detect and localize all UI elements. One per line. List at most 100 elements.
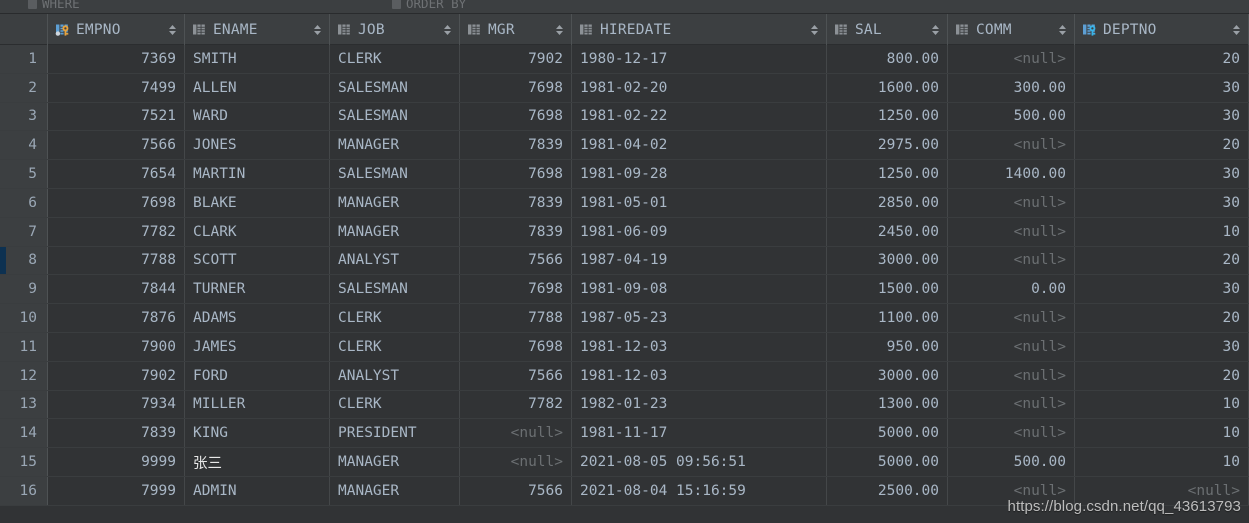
cell-ename[interactable]: TURNER xyxy=(185,275,330,304)
cell-comm[interactable]: <null> xyxy=(948,188,1075,217)
cell-ename[interactable]: SMITH xyxy=(185,45,330,73)
sort-toggle-icon[interactable] xyxy=(1050,23,1067,37)
cell-job[interactable]: CLERK xyxy=(330,45,460,73)
cell-ename[interactable]: ADAMS xyxy=(185,304,330,332)
cell-comm[interactable]: <null> xyxy=(948,131,1075,160)
column-header-sal[interactable]: SAL xyxy=(827,14,948,45)
cell-mgr[interactable]: 7566 xyxy=(460,476,572,505)
column-header-mgr[interactable]: MGR xyxy=(460,14,572,45)
cell-hiredate[interactable]: 1987-04-19 xyxy=(572,246,827,275)
table-row[interactable]: 15 9999 张三 MANAGER <null> 2021-08-05 09:56:51… xyxy=(0,448,1249,477)
cell-hiredate[interactable]: 1981-04-02 xyxy=(572,131,827,160)
column-header-job[interactable]: JOB xyxy=(330,14,460,45)
cell-ename[interactable]: MARTIN xyxy=(185,160,330,188)
column-header-empno[interactable]: EMPNO xyxy=(48,14,185,45)
cell-deptno[interactable]: 10 xyxy=(1075,448,1249,476)
sort-toggle-icon[interactable] xyxy=(547,23,564,37)
cell-comm[interactable]: 500.00 xyxy=(948,448,1075,476)
cell-comm[interactable]: <null> xyxy=(948,419,1075,448)
cell-sal[interactable]: 1250.00 xyxy=(827,102,948,131)
column-header-deptno[interactable]: DEPTNO xyxy=(1075,14,1249,45)
cell-comm[interactable]: <null> xyxy=(948,246,1075,275)
cell-mgr[interactable]: 7782 xyxy=(460,390,572,419)
table-row[interactable]: 13 7934 MILLER CLERK 7782 1982-01-23 1300.00 <n… xyxy=(0,390,1249,420)
cell-job[interactable]: CLERK xyxy=(330,332,460,361)
cell-comm[interactable]: 500.00 xyxy=(948,102,1075,131)
cell-job[interactable]: MANAGER xyxy=(330,188,460,217)
cell-job[interactable]: SALESMAN xyxy=(330,73,460,102)
cell-hiredate[interactable]: 1981-02-20 xyxy=(572,73,827,102)
cell-sal[interactable]: 1300.00 xyxy=(827,390,948,419)
cell-hiredate[interactable]: 1981-12-03 xyxy=(572,361,827,390)
cell-sal[interactable]: 2500.00 xyxy=(827,476,948,505)
cell-hiredate[interactable]: 1981-02-22 xyxy=(572,102,827,131)
cell-mgr[interactable]: 7698 xyxy=(460,275,572,304)
cell-deptno[interactable]: 30 xyxy=(1075,332,1249,361)
cell-mgr[interactable]: 7902 xyxy=(460,45,572,73)
column-header-ename[interactable]: ENAME xyxy=(185,14,330,45)
cell-empno[interactable]: 7369 xyxy=(48,45,185,73)
cell-hiredate[interactable]: 1981-09-08 xyxy=(572,275,827,304)
cell-mgr[interactable]: 7698 xyxy=(460,73,572,102)
cell-ename[interactable]: CLARK xyxy=(185,217,330,246)
cell-empno[interactable]: 7839 xyxy=(48,419,185,448)
cell-job[interactable]: MANAGER xyxy=(330,476,460,505)
table-row[interactable]: 14 7839 KING PRESIDENT <null> 1981-11-17 5000.… xyxy=(0,419,1249,449)
cell-ename[interactable]: ALLEN xyxy=(185,73,330,102)
column-header-hiredate[interactable]: HIREDATE xyxy=(572,14,827,45)
cell-comm[interactable]: <null> xyxy=(948,217,1075,246)
cell-deptno[interactable]: 30 xyxy=(1075,73,1249,102)
table-row[interactable]: 1 7369 SMITH CLERK 7902 1980-12-17 800.00 <null… xyxy=(0,45,1249,74)
cell-job[interactable]: MANAGER xyxy=(330,448,460,476)
sort-toggle-icon[interactable] xyxy=(305,23,322,37)
cell-ename[interactable]: FORD xyxy=(185,361,330,390)
cell-job[interactable]: CLERK xyxy=(330,390,460,419)
cell-empno[interactable]: 9999 xyxy=(48,448,185,476)
cell-hiredate[interactable]: 1981-09-28 xyxy=(572,160,827,188)
sort-toggle-icon[interactable] xyxy=(802,23,819,37)
cell-mgr[interactable]: 7839 xyxy=(460,131,572,160)
table-row[interactable]: 9 7844 TURNER SALESMAN 7698 1981-09-08 1500.00… xyxy=(0,275,1249,305)
cell-job[interactable]: PRESIDENT xyxy=(330,419,460,448)
table-row[interactable]: 5 7654 MARTIN SALESMAN 7698 1981-09-28 1250.00… xyxy=(0,160,1249,189)
cell-deptno[interactable]: 20 xyxy=(1075,45,1249,73)
cell-empno[interactable]: 7844 xyxy=(48,275,185,304)
cell-empno[interactable]: 7876 xyxy=(48,304,185,332)
cell-comm[interactable]: <null> xyxy=(948,45,1075,73)
cell-hiredate[interactable]: 1981-12-03 xyxy=(572,332,827,361)
cell-sal[interactable]: 1250.00 xyxy=(827,160,948,188)
cell-ename[interactable]: MILLER xyxy=(185,390,330,419)
cell-empno[interactable]: 7900 xyxy=(48,332,185,361)
cell-hiredate[interactable]: 1987-05-23 xyxy=(572,304,827,332)
cell-empno[interactable]: 7999 xyxy=(48,476,185,505)
cell-comm[interactable]: 300.00 xyxy=(948,73,1075,102)
cell-deptno[interactable]: 20 xyxy=(1075,361,1249,390)
cell-deptno[interactable]: 20 xyxy=(1075,131,1249,160)
cell-comm[interactable]: <null> xyxy=(948,332,1075,361)
sort-toggle-icon[interactable] xyxy=(160,23,177,37)
cell-mgr[interactable]: 7788 xyxy=(460,304,572,332)
where-clause-button[interactable]: WHERE xyxy=(28,0,80,11)
cell-sal[interactable]: 3000.00 xyxy=(827,361,948,390)
cell-empno[interactable]: 7499 xyxy=(48,73,185,102)
cell-ename[interactable]: JAMES xyxy=(185,332,330,361)
cell-ename[interactable]: 张三 xyxy=(185,448,330,476)
sort-toggle-icon[interactable] xyxy=(1224,23,1241,37)
cell-deptno[interactable]: 30 xyxy=(1075,188,1249,217)
cell-deptno[interactable]: 20 xyxy=(1075,304,1249,332)
order-by-button[interactable]: ORDER BY xyxy=(392,0,466,11)
cell-sal[interactable]: 800.00 xyxy=(827,45,948,73)
cell-comm[interactable]: <null> xyxy=(948,390,1075,419)
cell-empno[interactable]: 7698 xyxy=(48,188,185,217)
cell-job[interactable]: MANAGER xyxy=(330,131,460,160)
cell-ename[interactable]: SCOTT xyxy=(185,246,330,275)
table-row[interactable]: 4 7566 JONES MANAGER 7839 1981-04-02 2975.00 <n… xyxy=(0,131,1249,161)
cell-sal[interactable]: 5000.00 xyxy=(827,448,948,476)
cell-empno[interactable]: 7566 xyxy=(48,131,185,160)
cell-empno[interactable]: 7788 xyxy=(48,246,185,275)
cell-hiredate[interactable]: 1981-11-17 xyxy=(572,419,827,448)
sort-toggle-icon[interactable] xyxy=(435,23,452,37)
cell-empno[interactable]: 7782 xyxy=(48,217,185,246)
cell-job[interactable]: ANALYST xyxy=(330,246,460,275)
cell-mgr[interactable]: 7698 xyxy=(460,160,572,188)
